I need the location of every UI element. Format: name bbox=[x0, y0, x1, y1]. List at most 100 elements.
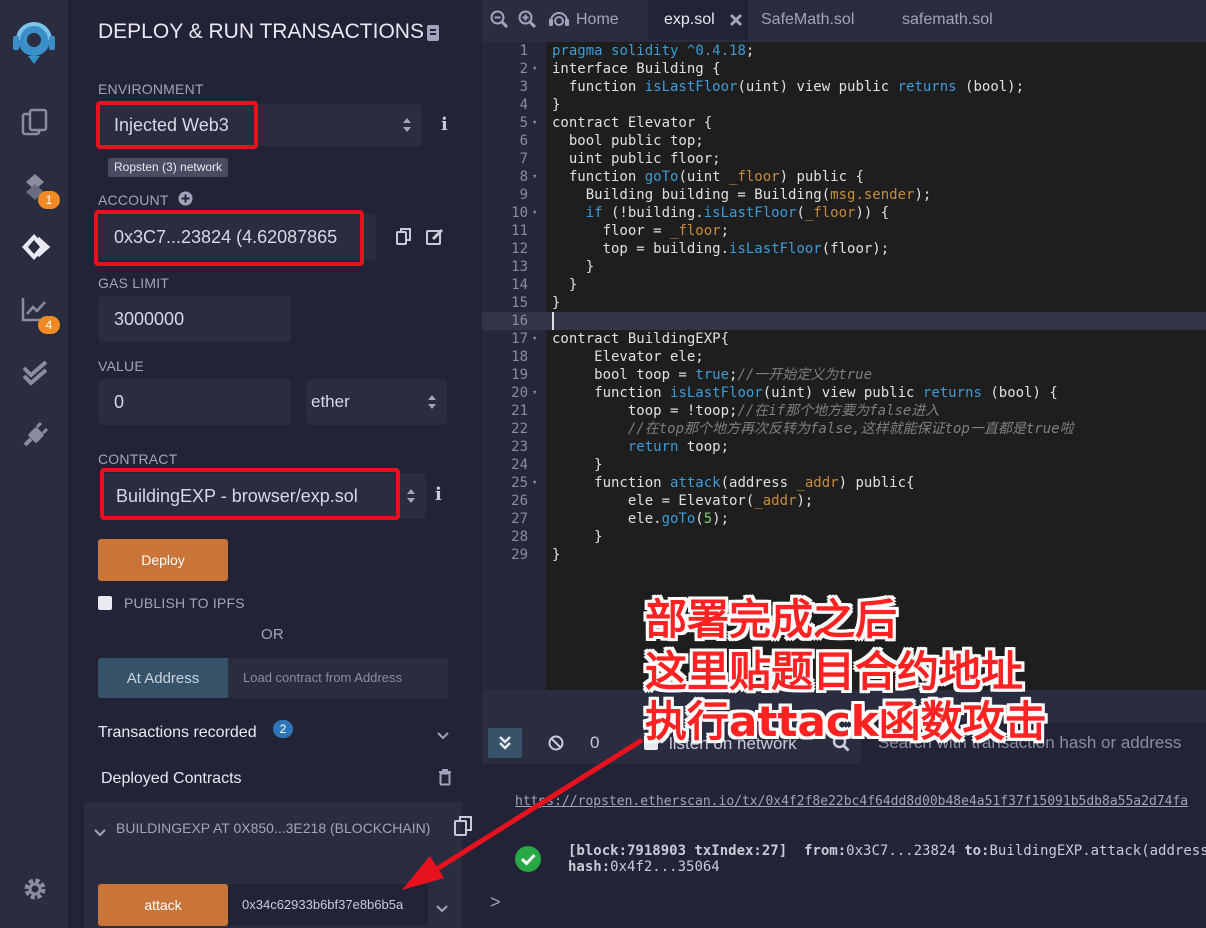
trash-icon[interactable] bbox=[438, 769, 452, 791]
collapse-terminal-icon[interactable] bbox=[488, 728, 522, 758]
line-number: 28 bbox=[511, 529, 528, 545]
code-text: uint public floor; bbox=[552, 151, 721, 167]
at-address-input[interactable]: Load contract from Address bbox=[228, 658, 448, 698]
plugin-icon[interactable] bbox=[16, 416, 54, 454]
code-text: } bbox=[552, 457, 603, 473]
contract-info-icon[interactable]: i bbox=[435, 484, 442, 505]
code-text: Building building = Building(msg.sender)… bbox=[552, 187, 932, 203]
add-account-icon[interactable] bbox=[178, 191, 193, 211]
instance-title[interactable]: BUILDINGEXP AT 0X850...3E218 (BLOCKCHAIN… bbox=[116, 820, 430, 836]
fold-arrow-icon[interactable]: ▾ bbox=[532, 114, 537, 132]
copy-account-icon[interactable] bbox=[396, 228, 411, 250]
code-text: function goTo(uint _floor) public { bbox=[552, 169, 864, 185]
code-line: 17 ▾ contract BuildingEXP{ bbox=[482, 330, 1206, 348]
fold-arrow-icon[interactable]: ▾ bbox=[532, 60, 537, 78]
code-line: 10 ▾ if (!building.isLastFloor(_floor)) { bbox=[482, 204, 1206, 222]
code-line: 13 } bbox=[482, 258, 1206, 276]
code-line: 7 uint public floor; bbox=[482, 150, 1206, 168]
tab-exp-sol[interactable]: exp.sol bbox=[648, 0, 748, 40]
deploy-run-icon[interactable] bbox=[16, 228, 54, 266]
value-unit-select[interactable]: ether bbox=[306, 379, 447, 425]
line-number: 26 bbox=[511, 493, 528, 509]
tx-block: [block:7918903 txIndex:27] bbox=[568, 843, 788, 859]
publish-ipfs-checkbox[interactable] bbox=[98, 596, 112, 610]
copy-address-icon[interactable] bbox=[454, 816, 472, 841]
line-number: 6 bbox=[519, 133, 528, 149]
deployed-instance: BUILDINGEXP AT 0X850...3E218 (BLOCKCHAIN… bbox=[84, 802, 472, 928]
code-text: Elevator ele; bbox=[552, 349, 704, 365]
code-line: 6 bool public top; bbox=[482, 132, 1206, 150]
zoom-in-icon[interactable] bbox=[518, 10, 537, 33]
attack-address-input[interactable]: 0x34c62933b6bf37e8b6b5a bbox=[228, 884, 428, 926]
fold-arrow-icon[interactable]: ▾ bbox=[532, 384, 537, 402]
deploy-button[interactable]: Deploy bbox=[98, 539, 228, 581]
select-arrows-icon bbox=[403, 118, 411, 132]
tab-home[interactable]: Home bbox=[548, 0, 619, 40]
code-text: function isLastFloor(uint) view public r… bbox=[552, 385, 1058, 401]
line-number: 20 bbox=[511, 385, 528, 401]
code-text: contract BuildingEXP{ bbox=[552, 331, 730, 347]
line-number: 21 bbox=[511, 403, 528, 419]
tx-from-label: from: bbox=[804, 843, 847, 859]
docs-book-icon[interactable] bbox=[426, 24, 440, 47]
close-icon[interactable] bbox=[729, 13, 743, 27]
annotation-line-3: 执行attack函数攻击 bbox=[645, 697, 1047, 746]
environment-info-icon[interactable]: i bbox=[441, 114, 448, 135]
line-number: 8 bbox=[519, 169, 528, 185]
contract-label: CONTRACT bbox=[98, 451, 178, 467]
transactions-recorded-label[interactable]: Transactions recorded bbox=[98, 724, 257, 742]
code-text: toop = !toop;//在if那个地方要为false进入 bbox=[552, 403, 940, 419]
instance-chevron-icon[interactable] bbox=[94, 824, 106, 842]
transactions-count-badge: 2 bbox=[273, 720, 293, 738]
clear-console-icon[interactable] bbox=[548, 735, 564, 756]
code-line: 3 function isLastFloor(uint) view public… bbox=[482, 78, 1206, 96]
tx-hash-line: hash:0x4f2...35064 bbox=[568, 859, 720, 875]
fold-arrow-icon[interactable]: ▾ bbox=[532, 330, 537, 348]
edit-account-icon[interactable] bbox=[426, 228, 444, 250]
code-line: 26 ele = Elevator(_addr); bbox=[482, 492, 1206, 510]
attack-button[interactable]: attack bbox=[98, 884, 228, 926]
code-line: 24 } bbox=[482, 456, 1206, 474]
line-number: 29 bbox=[511, 547, 528, 563]
tx-hash-label: hash: bbox=[568, 859, 611, 875]
remix-logo-icon[interactable] bbox=[8, 16, 60, 68]
contract-highlight bbox=[100, 468, 400, 520]
etherscan-link[interactable]: https://ropsten.etherscan.io/tx/0x4f2f8e… bbox=[515, 794, 1188, 809]
testing-check-icon[interactable] bbox=[16, 354, 54, 392]
settings-gear-icon[interactable] bbox=[16, 870, 54, 908]
line-number: 2 bbox=[519, 61, 528, 77]
file-explorer-icon[interactable] bbox=[16, 104, 54, 142]
code-text: top = building.isLastFloor(floor); bbox=[552, 241, 890, 257]
line-number: 9 bbox=[519, 187, 528, 203]
fold-arrow-icon[interactable]: ▾ bbox=[532, 204, 537, 222]
chevron-down-icon[interactable] bbox=[437, 727, 449, 745]
at-address-button[interactable]: At Address bbox=[98, 658, 228, 698]
tx-summary-line[interactable]: [block:7918903 txIndex:27] from:0x3C7...… bbox=[568, 843, 1206, 859]
line-number: 27 bbox=[511, 511, 528, 527]
code-text: contract Elevator { bbox=[552, 115, 713, 131]
fold-arrow-icon[interactable]: ▾ bbox=[532, 168, 537, 186]
home-logo-icon bbox=[549, 12, 569, 26]
tab-safemath-lower[interactable]: safemath.sol bbox=[902, 0, 993, 40]
code-text: bool public top; bbox=[552, 133, 704, 149]
line-number: 18 bbox=[511, 349, 528, 365]
panel-title: DEPLOY & RUN TRANSACTIONS bbox=[98, 20, 424, 43]
code-line: 25 ▾ function attack(address _addr) publi… bbox=[482, 474, 1206, 492]
value-input[interactable]: 0 bbox=[98, 379, 291, 425]
attack-expand-icon[interactable] bbox=[436, 900, 448, 918]
fold-arrow-icon[interactable]: ▾ bbox=[532, 474, 537, 492]
zoom-out-icon[interactable] bbox=[490, 10, 509, 33]
gas-limit-input[interactable]: 3000000 bbox=[98, 296, 291, 342]
code-line: 19 bool toop = true;//一开始定义为true bbox=[482, 366, 1206, 384]
tab-safemath-upper[interactable]: SafeMath.sol bbox=[761, 0, 854, 40]
select-arrows-icon bbox=[428, 395, 436, 409]
compiler-badge: 1 bbox=[38, 191, 60, 209]
code-text: } bbox=[552, 97, 561, 113]
deployed-contracts-label: Deployed Contracts bbox=[101, 770, 242, 787]
tx-to: BuildingEXP.attack(address bbox=[989, 843, 1206, 859]
line-number: 1 bbox=[519, 43, 528, 59]
terminal-prompt[interactable]: > bbox=[490, 892, 501, 913]
code-text: } bbox=[552, 277, 578, 293]
tab-home-label: Home bbox=[576, 11, 619, 28]
line-number: 5 bbox=[519, 115, 528, 131]
